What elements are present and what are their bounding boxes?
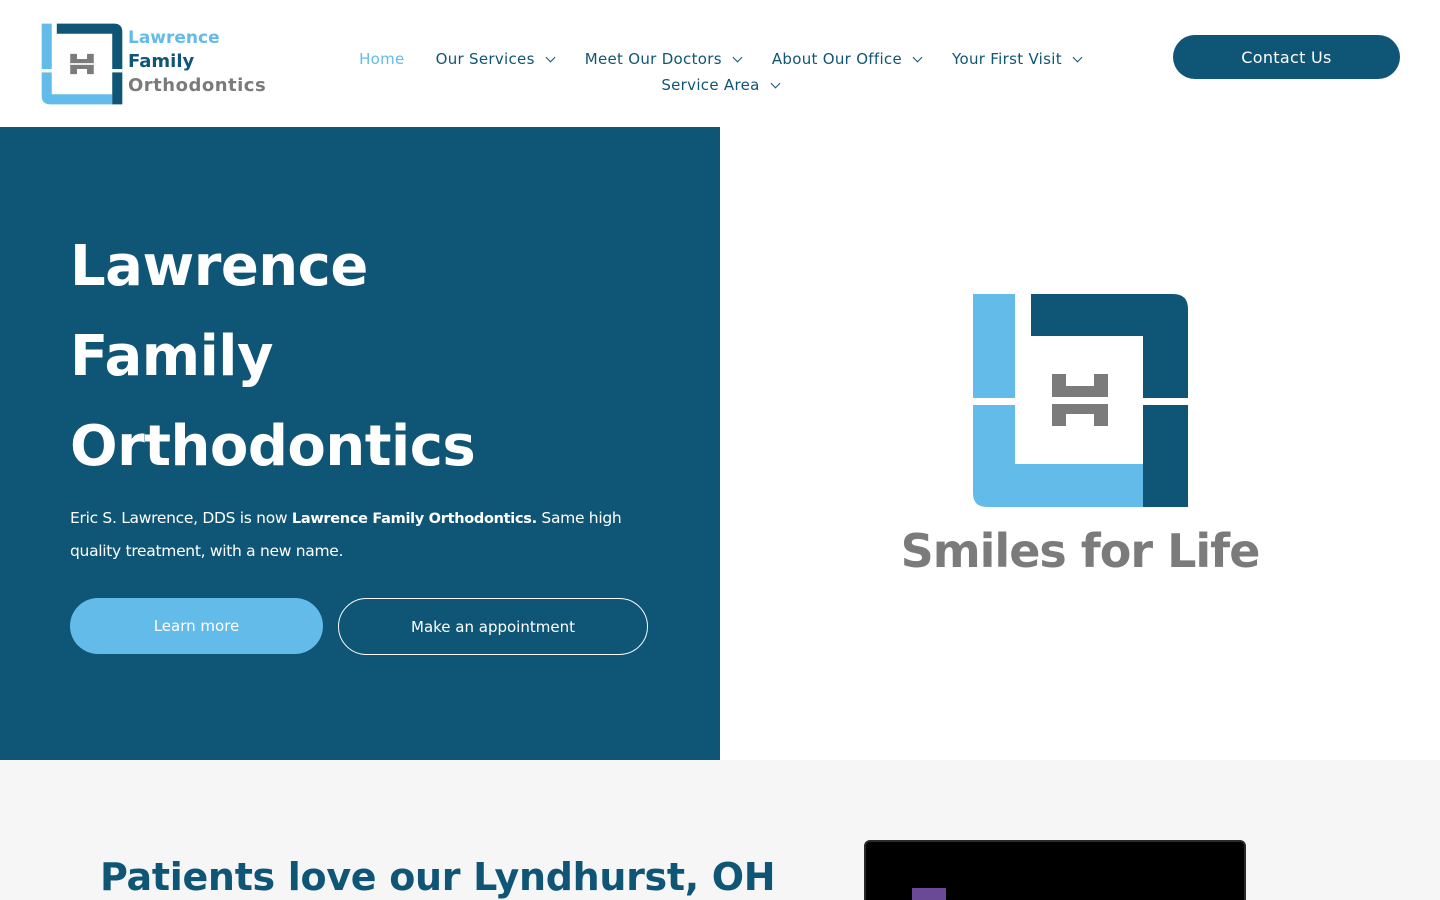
site-header: Lawrence Family Orthodontics Home Our Se… <box>0 0 1440 127</box>
hero-title: Lawrence Family Orthodontics <box>70 222 690 492</box>
nav-item-home[interactable]: Home <box>359 50 405 68</box>
hero-panel: Lawrence Family Orthodontics Eric S. Law… <box>0 127 720 760</box>
nav-item-label: About Our Office <box>771 50 903 68</box>
nav-row-2: Service Area <box>340 72 1100 98</box>
nav-item-your-first-visit[interactable]: Your First Visit <box>952 50 1083 68</box>
chevron-down-icon <box>732 52 743 62</box>
hero-image-panel: Smiles for Life <box>720 127 1440 760</box>
logo-line-lawrence: Lawrence <box>128 28 220 48</box>
nav-item-label: Home <box>359 50 405 68</box>
video-embed[interactable] <box>864 840 1246 900</box>
testimonials-section: Patients love our Lyndhurst, OH <box>0 760 1440 900</box>
nav-item-label: Our Services <box>435 50 535 68</box>
hero-desc-bold: Lawrence Family Orthodontics. <box>291 511 537 527</box>
hero-description: Eric S. Lawrence, DDS is now Lawrence Fa… <box>70 502 670 567</box>
video-thumbnail-graphic <box>912 888 946 900</box>
hero-desc-prefix: Eric S. Lawrence, DDS is now <box>70 509 292 527</box>
nav-item-label: Service Area <box>661 76 760 94</box>
hero-title-line: Lawrence <box>70 234 368 299</box>
learn-more-button[interactable]: Learn more <box>70 598 323 654</box>
hero-title-line: Orthodontics <box>70 414 476 479</box>
nav-row-1: Home Our Services Meet Our Doctors About… <box>340 46 1100 72</box>
nav-item-label: Your First Visit <box>952 50 1062 68</box>
logo-line-family: Family <box>128 51 195 72</box>
site-logo[interactable]: Lawrence Family Orthodontics <box>40 20 275 108</box>
nav-item-label: Meet Our Doctors <box>584 50 722 68</box>
nav-item-meet-our-doctors[interactable]: Meet Our Doctors <box>584 50 743 68</box>
testimonials-heading: Patients love our Lyndhurst, OH <box>100 855 776 899</box>
logo-mark-icon <box>41 23 123 105</box>
chevron-down-icon <box>770 78 781 88</box>
chevron-down-icon <box>912 52 923 62</box>
nav-item-our-services[interactable]: Our Services <box>435 50 556 68</box>
nav-item-service-area[interactable]: Service Area <box>661 76 781 94</box>
hero-title-line: Family <box>70 324 274 389</box>
contact-us-button[interactable]: Contact Us <box>1173 35 1400 79</box>
chevron-down-icon <box>1072 52 1083 62</box>
main-nav: Home Our Services Meet Our Doctors About… <box>340 46 1100 98</box>
make-appointment-button[interactable]: Make an appointment <box>338 598 648 655</box>
logo-line-orthodontics: Orthodontics <box>128 75 267 96</box>
nav-item-about-our-office[interactable]: About Our Office <box>771 50 923 68</box>
smiles-for-life-tagline: Smiles for Life <box>900 524 1261 578</box>
logo-text: Lawrence Family Orthodontics <box>128 26 266 98</box>
chevron-down-icon <box>545 52 556 62</box>
lfo-logo-mark-icon <box>973 294 1188 507</box>
